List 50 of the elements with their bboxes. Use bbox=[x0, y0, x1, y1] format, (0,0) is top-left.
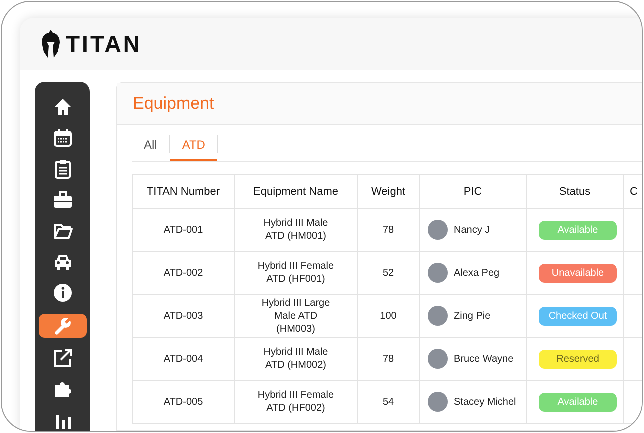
info-icon bbox=[52, 283, 72, 304]
avatar bbox=[428, 306, 448, 326]
tab[interactable]: All bbox=[132, 131, 170, 161]
person-name: Alexa Peg bbox=[454, 266, 500, 280]
table-cell: 78 bbox=[358, 208, 420, 252]
table-cell: ATD-005 bbox=[132, 380, 234, 424]
person-name: Stacey Michel bbox=[454, 396, 516, 408]
page-title: Equipment bbox=[133, 94, 214, 114]
helmet-icon bbox=[42, 30, 60, 58]
avatar bbox=[428, 220, 448, 240]
status-badge: Reserved bbox=[539, 350, 617, 368]
status-badge: Unavailable bbox=[539, 264, 617, 282]
table-cell: Hybrid III Female ATD (HF002) bbox=[234, 380, 358, 424]
person-name: Zing Pie bbox=[454, 310, 491, 322]
status-badge: Checked Out bbox=[539, 306, 617, 326]
table-cell: Hybrid III Female ATD (HF001) bbox=[234, 252, 358, 294]
person-name: Bruce Wayne bbox=[454, 352, 514, 366]
briefcase-icon bbox=[52, 190, 72, 210]
avatar bbox=[428, 263, 448, 283]
status-badge: Available bbox=[539, 392, 617, 412]
table-cell: 78 bbox=[358, 338, 420, 380]
logo-text: TITAN bbox=[66, 30, 142, 58]
clipboard-icon bbox=[52, 158, 72, 179]
column-header: C bbox=[624, 174, 642, 208]
external-link-icon bbox=[52, 348, 72, 368]
status-badge: Available bbox=[539, 220, 617, 240]
column-header: TITAN Number bbox=[132, 174, 234, 208]
table-cell: 52 bbox=[358, 252, 420, 294]
column-header: Status bbox=[526, 174, 624, 208]
table-cell: ATD-004 bbox=[132, 338, 234, 380]
table-cell: ATD-002 bbox=[132, 252, 234, 294]
column-header: PIC bbox=[420, 174, 526, 208]
table-cell: Hybrid III Male ATD (HM001) bbox=[234, 208, 358, 252]
table-cell: ATD-001 bbox=[132, 208, 234, 252]
column-header: Weight bbox=[358, 174, 420, 208]
wrench-icon bbox=[52, 316, 72, 336]
avatar bbox=[428, 392, 448, 412]
calendar-icon bbox=[52, 128, 72, 148]
home-icon bbox=[52, 96, 72, 117]
sidebar-item[interactable] bbox=[38, 314, 86, 338]
table-cell: Hybrid III Male ATD (HM002) bbox=[234, 338, 358, 380]
avatar bbox=[428, 349, 448, 369]
table-cell: ATD-003 bbox=[132, 294, 234, 338]
table-cell: Hybrid III Large Male ATD (HM003) bbox=[234, 294, 358, 338]
person-name: Nancy J bbox=[454, 224, 490, 236]
table-cell: 100 bbox=[358, 294, 420, 338]
column-header: Equipment Name bbox=[234, 174, 358, 208]
table-cell: 54 bbox=[358, 380, 420, 424]
car-icon bbox=[52, 252, 72, 272]
folder-icon bbox=[52, 221, 72, 242]
